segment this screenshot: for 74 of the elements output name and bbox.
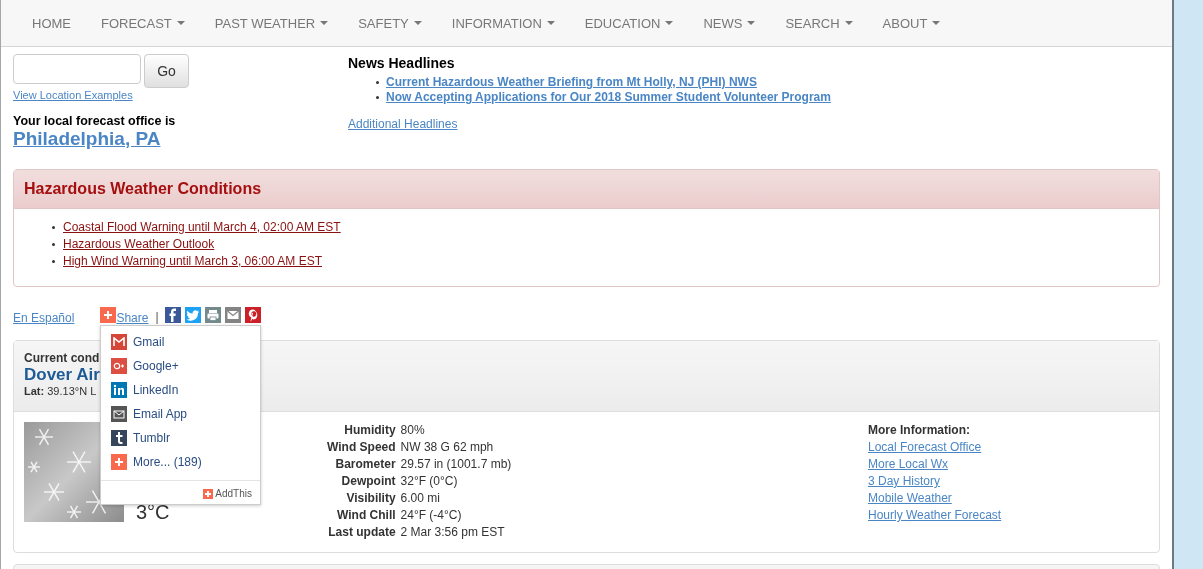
bullet-icon	[52, 226, 55, 229]
more-info-link[interactable]: Mobile Weather	[868, 490, 1149, 507]
language-link[interactable]: En Español	[13, 311, 75, 325]
location-examples-link[interactable]: View Location Examples	[13, 89, 133, 101]
share-link[interactable]: Share	[116, 311, 149, 325]
temperature: 3°C	[136, 501, 171, 525]
more-info-link[interactable]: Hourly Weather Forecast	[868, 507, 1149, 524]
hazard-link[interactable]: High Wind Warning until March 3, 06:00 AM EST	[63, 253, 322, 270]
envelope-icon	[111, 406, 127, 422]
share-menu-item[interactable]: Email App	[101, 402, 260, 426]
detail-label: Wind Speed	[327, 439, 396, 456]
station-name: Dover Air	[24, 365, 100, 385]
headline-link[interactable]: Now Accepting Applications for Our 2018 Summer Student Volunteer Program	[386, 90, 831, 104]
detail-value: 80%	[400, 422, 426, 439]
detail-label: Humidity	[343, 422, 396, 439]
more-info-title: More Information:	[868, 422, 971, 439]
nav-menu-item[interactable]: PAST WEATHER	[199, 15, 344, 31]
go-button[interactable]: Go	[144, 54, 189, 88]
hazards-title: Hazardous Weather Conditions	[14, 170, 1159, 209]
pin-icon[interactable]	[244, 307, 261, 323]
detail-label: Last update	[327, 524, 396, 541]
nav-menu-item[interactable]: HOME	[17, 15, 86, 31]
more-info-link[interactable]: 3 Day History	[868, 473, 1149, 490]
nav-menu-item[interactable]: SAFETY	[343, 15, 437, 31]
more-info-link[interactable]: Local Forecast Office	[868, 439, 1149, 456]
hazard-link[interactable]: Coastal Flood Warning until March 4, 02:00 AM EST	[63, 219, 341, 236]
bullet-icon	[376, 95, 379, 99]
separator: |	[155, 309, 159, 324]
bird-icon[interactable]	[184, 307, 201, 323]
facebook-icon[interactable]	[164, 307, 181, 323]
gmail-icon	[111, 334, 127, 350]
share-menu-item[interactable]: More... (189)	[101, 450, 260, 474]
detail-value: 2 Mar 3:56 pm EST	[400, 524, 506, 541]
nav-menu-item[interactable]: SEARCH	[770, 15, 868, 31]
google-plus-icon	[111, 358, 127, 374]
nav-menu-item[interactable]: NEWS	[688, 15, 771, 31]
addthis-label: AddThis	[215, 488, 252, 499]
location-field[interactable]	[13, 54, 141, 84]
office-link[interactable]: Philadelphia, PA	[13, 128, 161, 150]
office-label: Your local forecast office is	[13, 114, 177, 128]
more-headlines-link[interactable]: Additional Headlines	[348, 117, 458, 131]
detail-value: NW 38 G 62 mph	[400, 439, 495, 456]
detail-label: Barometer	[334, 456, 396, 473]
bullet-icon	[376, 80, 379, 84]
hazard-link[interactable]: Hazardous Weather Outlook	[63, 236, 215, 253]
detail-value: 6.00 mi	[400, 490, 441, 507]
linkedin-icon	[111, 382, 127, 398]
detail-label: Visibility	[345, 490, 396, 507]
coordinates: Lat: 39.13°N L	[24, 385, 97, 397]
detail-value: 29.57 in (1001.7 mb)	[400, 456, 512, 473]
headline-link[interactable]: Current Hazardous Weather Briefing from Mt Holly, NJ (PHI) NWS	[386, 75, 757, 89]
nav-menu-item[interactable]: INFORMATION	[436, 15, 570, 31]
nav-menu-item[interactable]: FORECAST	[86, 15, 200, 31]
bullet-icon	[52, 243, 55, 246]
detail-value: 24°F (-4°C)	[400, 507, 463, 524]
nav-menu-item[interactable]: EDUCATION	[569, 15, 689, 31]
conditions-heading: Current cond	[24, 351, 100, 365]
plus-icon	[111, 454, 127, 470]
more-info-link[interactable]: More Local Wx	[868, 456, 1149, 473]
share-menu-item[interactable]: LinkedIn	[101, 378, 260, 402]
detail-label: Dewpoint	[340, 473, 396, 490]
share-menu-item[interactable]: Google+	[101, 354, 260, 378]
share-menu-item[interactable]: Gmail	[101, 330, 260, 354]
print-icon[interactable]	[204, 307, 221, 323]
tumblr-icon	[111, 430, 127, 446]
envelope-icon[interactable]	[224, 307, 241, 323]
detail-value: 32°F (0°C)	[400, 473, 459, 490]
bullet-icon	[52, 260, 55, 263]
share-menu-item[interactable]: Tumblr	[101, 426, 260, 450]
news-title: News Headlines	[348, 55, 456, 71]
nav-menu-item[interactable]: ABOUT	[867, 15, 956, 31]
detail-label: Wind Chill	[336, 507, 396, 524]
plus-icon	[203, 488, 214, 499]
plus-icon[interactable]	[100, 307, 117, 323]
